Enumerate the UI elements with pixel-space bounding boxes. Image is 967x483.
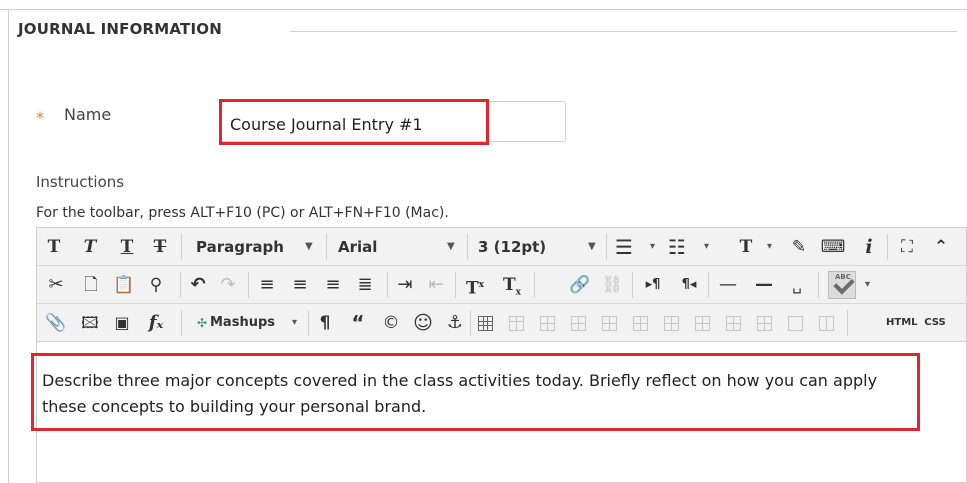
content-highlight-box: [31, 353, 920, 431]
toolbar-separator: [387, 272, 388, 298]
bullet-list-icon[interactable]: ☰: [612, 234, 636, 260]
emoticon-icon[interactable]: ☺: [412, 310, 434, 336]
mashups-icon: ✣: [196, 316, 208, 330]
toolbar-separator: [887, 234, 888, 260]
chevron-down-icon[interactable]: ▾: [704, 234, 709, 260]
redo-icon[interactable]: ↷: [216, 272, 240, 298]
underline-button[interactable]: T: [117, 234, 137, 260]
toolbar-separator: [248, 272, 249, 298]
undo-icon[interactable]: ↶: [186, 272, 210, 298]
highlight-pen-icon[interactable]: ✎: [788, 234, 810, 260]
toolbar-separator: [534, 272, 535, 298]
strikethrough-button[interactable]: T: [150, 234, 170, 260]
section-divider: [290, 31, 957, 32]
ltr-icon[interactable]: ▸¶: [640, 272, 666, 298]
outdent-icon[interactable]: ⇤: [424, 272, 448, 298]
chevron-down-icon: ▼: [588, 241, 596, 252]
toolbar-separator: [181, 310, 182, 336]
spellcheck-button[interactable]: ABC: [828, 271, 856, 299]
bold-button[interactable]: T: [44, 234, 64, 260]
delete-row-icon[interactable]: [664, 316, 679, 331]
name-label: Name: [64, 105, 112, 124]
chevron-down-icon: ▼: [447, 241, 455, 252]
delete-column-icon[interactable]: [757, 316, 772, 331]
toolbar-separator: [708, 272, 709, 298]
cell-properties-icon[interactable]: [571, 316, 586, 331]
toolbar-hint-text: For the toolbar, press ALT+F10 (PC) or A…: [36, 205, 449, 221]
text-color-button[interactable]: T: [735, 234, 757, 260]
subscript-label: T: [502, 275, 516, 295]
cut-icon[interactable]: ✂: [45, 272, 67, 298]
toolbar-separator: [467, 234, 468, 260]
chevron-down-icon[interactable]: ▾: [767, 234, 772, 260]
numbered-list-icon[interactable]: ☷: [665, 234, 689, 260]
preview-monitor-icon[interactable]: ⌨: [820, 234, 846, 260]
row-properties-icon[interactable]: [540, 316, 555, 331]
instructions-label: Instructions: [36, 173, 125, 191]
html-source-button[interactable]: HTML: [886, 310, 918, 336]
chevron-down-icon[interactable]: ▾: [292, 310, 297, 336]
table-icon[interactable]: [478, 316, 493, 331]
mashups-select[interactable]: Mashups: [210, 310, 275, 336]
copy-icon[interactable]: 🗋: [80, 272, 102, 298]
insert-row-after-icon[interactable]: [633, 316, 648, 331]
justify-icon[interactable]: ≣: [354, 272, 376, 298]
toolbar-separator: [847, 310, 848, 336]
fullscreen-icon[interactable]: ⛶: [895, 234, 919, 260]
name-highlight-box: [219, 99, 489, 145]
media-icon[interactable]: ▣: [111, 310, 133, 336]
indent-icon[interactable]: ⇥: [393, 272, 417, 298]
italic-button[interactable]: T: [80, 234, 100, 260]
anchor-icon[interactable]: ⚓: [444, 310, 466, 336]
paste-icon[interactable]: 📋: [113, 272, 135, 298]
superscript-label: T: [465, 278, 479, 299]
rtl-icon[interactable]: ¶◂: [676, 272, 702, 298]
table-properties-icon[interactable]: [509, 316, 524, 331]
required-indicator: *: [36, 108, 44, 127]
subscript-button[interactable]: Tx: [497, 272, 527, 298]
horizontal-rule-icon[interactable]: —: [716, 272, 740, 298]
info-icon[interactable]: i: [858, 234, 880, 260]
insert-column-after-icon[interactable]: [726, 316, 741, 331]
chevron-down-icon[interactable]: ▾: [650, 234, 655, 260]
collapse-toolbar-icon[interactable]: ⌃: [929, 234, 953, 260]
copyright-button[interactable]: ©: [380, 310, 402, 336]
panel-left-border: [8, 9, 9, 483]
image-icon[interactable]: 🖾: [79, 310, 101, 336]
toolbar-separator: [326, 234, 327, 260]
search-icon[interactable]: ⚲: [145, 272, 167, 298]
paragraph-format-select[interactable]: Paragraph: [196, 234, 284, 260]
attachment-icon[interactable]: 📎: [45, 310, 67, 336]
css-button[interactable]: CSS: [920, 310, 950, 336]
font-family-select[interactable]: Arial: [338, 234, 377, 260]
toolbar-separator: [180, 272, 181, 298]
align-center-icon[interactable]: ≡: [289, 272, 311, 298]
toolbar-separator: [632, 272, 633, 298]
toolbar-separator: [181, 234, 182, 260]
toolbar-separator: [470, 310, 471, 336]
toolbar-separator: [308, 310, 309, 336]
section-title: JOURNAL INFORMATION: [18, 20, 222, 38]
toolbar-separator: [455, 272, 456, 298]
nonbreaking-space-icon[interactable]: ␣: [785, 272, 809, 298]
math-formula-icon[interactable]: fₓ: [143, 310, 169, 336]
superscript-button[interactable]: Tx: [460, 272, 490, 299]
unlink-icon[interactable]: ⛓: [600, 272, 624, 298]
paragraph-mark-button[interactable]: ¶: [314, 310, 336, 336]
insert-row-before-icon[interactable]: [602, 316, 617, 331]
align-right-icon[interactable]: ≡: [322, 272, 344, 298]
align-left-icon[interactable]: ≡: [256, 272, 278, 298]
font-size-select[interactable]: 3 (12pt): [478, 234, 546, 260]
chevron-down-icon: ▼: [305, 241, 313, 252]
insert-column-before-icon[interactable]: [695, 316, 710, 331]
toolbar-separator: [818, 272, 819, 298]
link-icon[interactable]: 🔗: [568, 272, 592, 298]
hard-line-icon[interactable]: —: [752, 272, 776, 298]
split-cells-icon[interactable]: [788, 316, 803, 331]
toolbar-separator: [606, 234, 607, 260]
blockquote-button[interactable]: “: [347, 310, 369, 336]
chevron-down-icon[interactable]: ▾: [865, 272, 870, 298]
panel-top-border: [0, 9, 967, 10]
merge-cells-icon[interactable]: [819, 316, 834, 331]
